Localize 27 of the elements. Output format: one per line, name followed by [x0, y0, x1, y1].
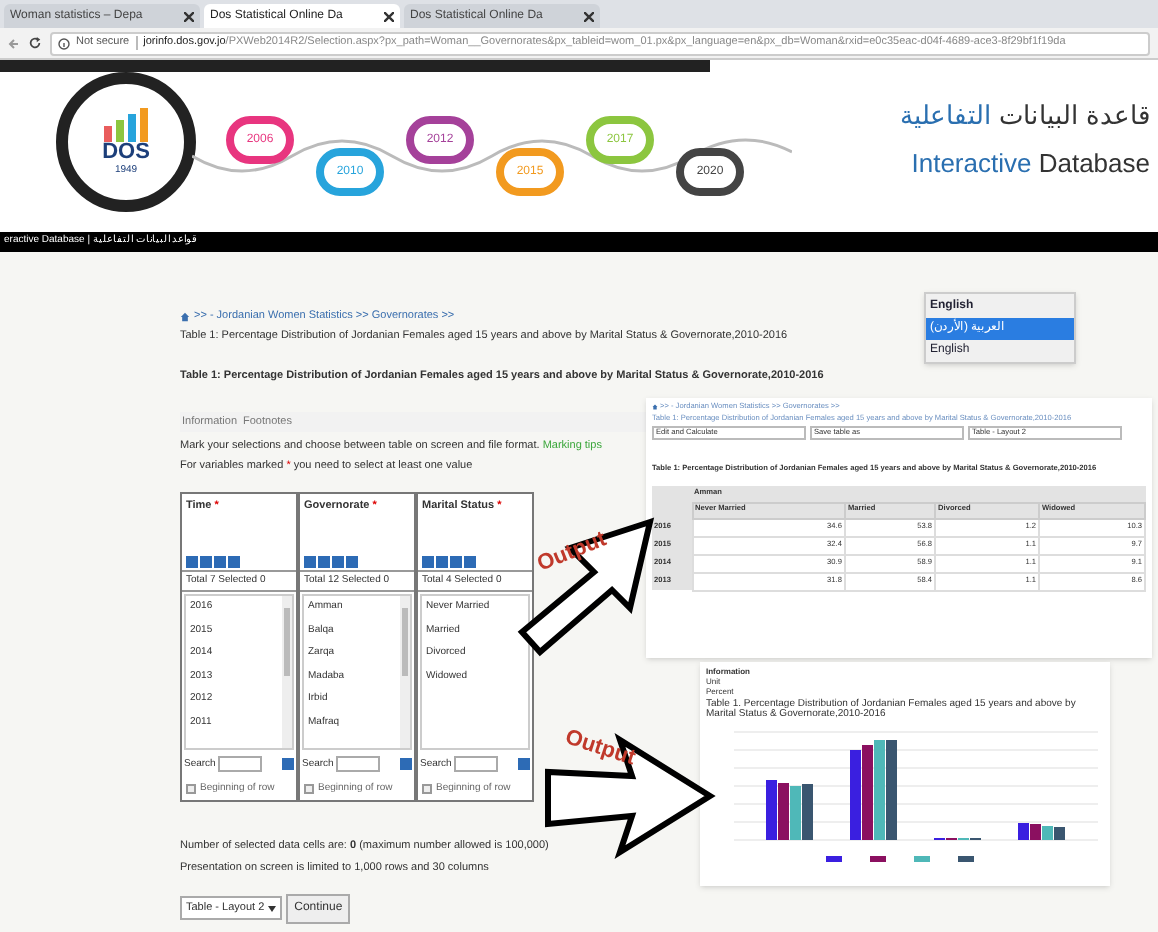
search-field[interactable]	[453, 756, 498, 773]
info-icon	[58, 37, 70, 49]
go-button[interactable]	[282, 758, 294, 771]
legend-swatch	[826, 856, 842, 862]
close-icon[interactable]	[184, 11, 194, 21]
go-button[interactable]	[400, 758, 412, 771]
logo-text: DOS	[102, 141, 150, 164]
reload-icon[interactable]	[28, 36, 42, 50]
close-icon[interactable]	[384, 11, 394, 21]
legend-swatch	[870, 856, 886, 862]
close-icon[interactable]	[584, 11, 594, 21]
checkbox[interactable]	[304, 783, 314, 794]
back-icon[interactable]	[8, 37, 20, 49]
title-arabic: قاعدة البيانات التفاعلية	[899, 98, 1150, 134]
output-label: Output	[560, 723, 640, 775]
checkbox[interactable]	[422, 783, 432, 794]
checkbox[interactable]	[186, 783, 196, 794]
title-english: Interactive Database	[911, 145, 1150, 181]
go-button[interactable]	[518, 758, 530, 771]
output-label: Output	[532, 525, 612, 581]
caret-icon	[268, 905, 277, 912]
search-field[interactable]	[217, 756, 262, 773]
legend-swatch	[914, 856, 930, 862]
home-icon[interactable]	[652, 404, 658, 411]
legend-swatch	[958, 856, 974, 862]
search-field[interactable]	[335, 756, 380, 773]
home-icon[interactable]	[180, 311, 190, 322]
